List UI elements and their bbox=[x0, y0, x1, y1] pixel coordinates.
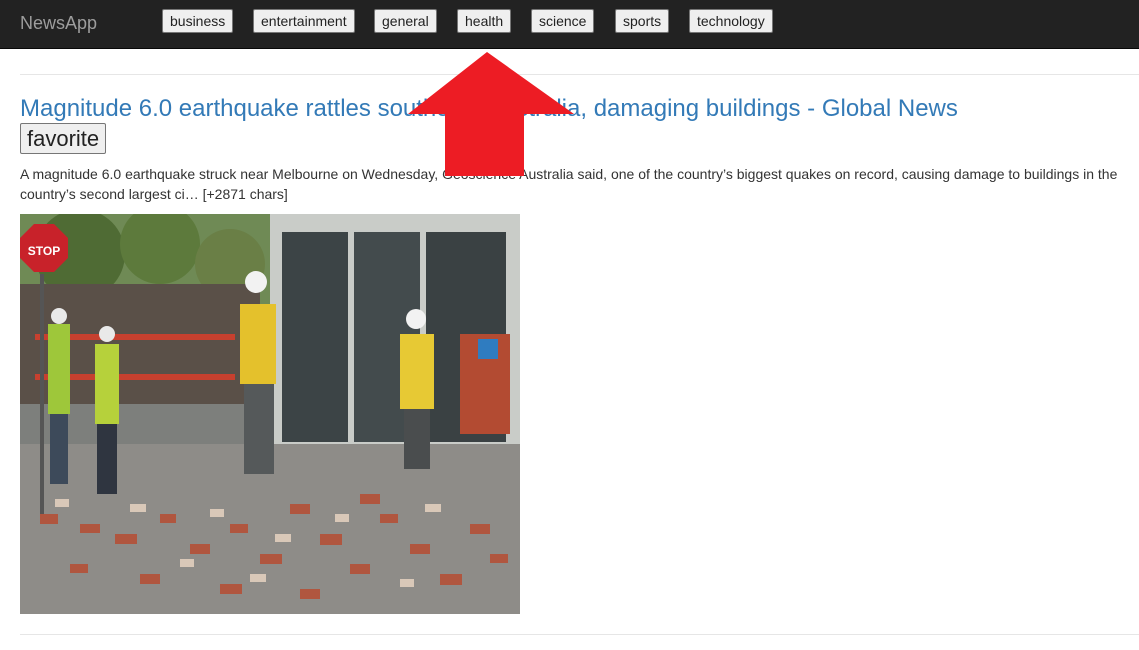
category-science-button[interactable]: science bbox=[531, 9, 595, 33]
favorite-button[interactable]: favorite bbox=[20, 123, 107, 154]
red-arrow-up-icon bbox=[408, 52, 574, 176]
category-sports-button[interactable]: sports bbox=[615, 9, 670, 33]
top-divider bbox=[20, 74, 1139, 75]
bottom-divider bbox=[20, 634, 1139, 635]
article-image: STOP bbox=[20, 214, 520, 614]
category-general-button[interactable]: general bbox=[374, 9, 437, 33]
category-entertainment-button[interactable]: entertainment bbox=[253, 9, 355, 33]
category-technology-button[interactable]: technology bbox=[689, 9, 773, 33]
category-business-button[interactable]: business bbox=[162, 9, 234, 33]
category-health-button[interactable]: health bbox=[457, 9, 512, 33]
stop-sign-text: STOP bbox=[28, 244, 60, 258]
navbar: NewsApp business entertainment general h… bbox=[0, 0, 1139, 49]
brand-logo[interactable]: NewsApp bbox=[20, 12, 97, 34]
